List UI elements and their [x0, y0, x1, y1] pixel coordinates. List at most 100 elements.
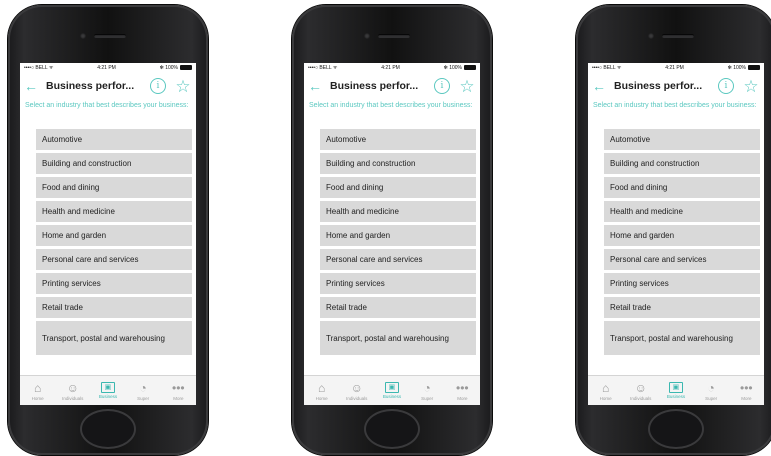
info-icon[interactable]: i	[150, 78, 166, 94]
carrier-label: ••••○ BELL ᯤ	[308, 65, 338, 71]
battery-label: ✻ 100%	[728, 65, 760, 71]
speaker-grille	[662, 34, 694, 38]
industry-item-retail[interactable]: Retail trade	[604, 297, 760, 318]
industry-item-printing[interactable]: Printing services	[604, 273, 760, 294]
info-icon[interactable]: i	[718, 78, 734, 94]
tab-label: Super	[137, 395, 150, 401]
tab-super[interactable]: ◔ Super	[695, 381, 727, 401]
tab-label: More	[173, 395, 184, 401]
industry-item-transport[interactable]: Transport, postal and warehousing	[320, 321, 476, 355]
tab-home[interactable]: ⌂ Home	[590, 381, 622, 401]
industry-item-retail[interactable]: Retail trade	[36, 297, 192, 318]
tab-more[interactable]: ••• More	[730, 381, 762, 401]
status-bar: ••••○ BELL ᯤ 4:21 PM ✻ 100%	[304, 63, 480, 73]
industry-item-food[interactable]: Food and dining	[36, 177, 192, 198]
tab-individuals[interactable]: ☺ Individuals	[341, 381, 373, 401]
industry-item-automotive[interactable]: Automotive	[320, 129, 476, 150]
piggy-bank-icon: ◔	[707, 380, 715, 395]
tab-business[interactable]: ▣ Business	[376, 382, 408, 399]
phone-mockup-3: ••••○ BELL ᯤ 4:21 PM ✻ 100% ← Business p…	[576, 5, 771, 455]
battery-icon	[179, 65, 192, 71]
clock-label: 4:21 PM	[381, 65, 400, 71]
tab-super[interactable]: ◔ Super	[127, 381, 159, 401]
tab-bar: ⌂ Home ☺ Individuals ▣ Business ◔ Super ••• M…	[20, 375, 196, 405]
phone-screen: ••••○ BELL ᯤ 4:21 PM ✻ 100% ← Business p…	[304, 63, 480, 405]
speaker-grille	[94, 34, 126, 38]
briefcase-icon: ▣	[384, 382, 399, 393]
nav-bar: ← Business perfor... i ☆	[588, 73, 764, 99]
industry-item-building[interactable]: Building and construction	[36, 153, 192, 174]
tab-home[interactable]: ⌂ Home	[306, 381, 338, 401]
tab-label: More	[741, 395, 752, 401]
industry-prompt: Select an industry that best describes y…	[593, 102, 757, 109]
info-icon[interactable]: i	[434, 78, 450, 94]
home-button[interactable]	[364, 409, 420, 449]
tab-home[interactable]: ⌂ Home	[22, 381, 54, 401]
tab-label: Home	[599, 395, 612, 401]
industry-item-food[interactable]: Food and dining	[604, 177, 760, 198]
industry-item-health[interactable]: Health and medicine	[36, 201, 192, 222]
tab-label: Home	[31, 395, 44, 401]
industry-item-automotive[interactable]: Automotive	[604, 129, 760, 150]
industry-item-building[interactable]: Building and construction	[604, 153, 760, 174]
home-button[interactable]	[80, 409, 136, 449]
tab-label: Super	[705, 395, 718, 401]
industry-item-health[interactable]: Health and medicine	[320, 201, 476, 222]
page-title: Business perfor...	[614, 80, 703, 92]
industry-item-transport[interactable]: Transport, postal and warehousing	[604, 321, 760, 355]
piggy-bank-icon: ◔	[139, 380, 147, 395]
tab-super[interactable]: ◔ Super	[411, 381, 443, 401]
tab-label: Individuals	[630, 395, 652, 401]
back-arrow-icon[interactable]: ←	[308, 79, 324, 93]
industry-prompt: Select an industry that best describes y…	[25, 102, 189, 109]
piggy-bank-icon: ◔	[423, 380, 431, 395]
tab-more[interactable]: ••• More	[446, 381, 478, 401]
clock-label: 4:21 PM	[665, 65, 684, 71]
more-icon: •••	[740, 380, 753, 395]
phone-mockup-1: ••••○ BELL ᯤ 4:21 PM ✻ 100% ← Business p…	[8, 5, 208, 455]
tab-label: More	[457, 395, 468, 401]
industry-item-printing[interactable]: Printing services	[36, 273, 192, 294]
tab-business[interactable]: ▣ Business	[660, 382, 692, 399]
star-icon[interactable]: ☆	[458, 78, 476, 95]
industry-list: Automotive Building and construction Foo…	[588, 125, 764, 355]
industry-item-health[interactable]: Health and medicine	[604, 201, 760, 222]
star-icon[interactable]: ☆	[742, 78, 760, 95]
speaker-grille	[378, 34, 410, 38]
phone-mockup-2: ••••○ BELL ᯤ 4:21 PM ✻ 100% ← Business p…	[292, 5, 492, 455]
industry-item-personal-care[interactable]: Personal care and services	[36, 249, 192, 270]
industry-item-home-garden[interactable]: Home and garden	[36, 225, 192, 246]
phone-screen: ••••○ BELL ᯤ 4:21 PM ✻ 100% ← Business p…	[588, 63, 764, 405]
nav-bar: ← Business perfor... i ☆	[20, 73, 196, 99]
back-arrow-icon[interactable]: ←	[592, 79, 608, 93]
back-arrow-icon[interactable]: ←	[24, 79, 40, 93]
carrier-label: ••••○ BELL ᯤ	[592, 65, 622, 71]
battery-label: ✻ 100%	[160, 65, 192, 71]
tab-label: Super	[421, 395, 434, 401]
people-icon: ☺	[66, 380, 79, 395]
tab-label: Home	[315, 395, 328, 401]
industry-item-home-garden[interactable]: Home and garden	[320, 225, 476, 246]
tab-individuals[interactable]: ☺ Individuals	[57, 381, 89, 401]
carrier-label: ••••○ BELL ᯤ	[24, 65, 54, 71]
industry-item-transport[interactable]: Transport, postal and warehousing	[36, 321, 192, 355]
tab-individuals[interactable]: ☺ Individuals	[625, 381, 657, 401]
industry-item-personal-care[interactable]: Personal care and services	[604, 249, 760, 270]
status-bar: ••••○ BELL ᯤ 4:21 PM ✻ 100%	[20, 63, 196, 73]
industry-item-automotive[interactable]: Automotive	[36, 129, 192, 150]
battery-label: ✻ 100%	[444, 65, 476, 71]
phone-screen: ••••○ BELL ᯤ 4:21 PM ✻ 100% ← Business p…	[20, 63, 196, 405]
home-button[interactable]	[648, 409, 704, 449]
tab-more[interactable]: ••• More	[162, 381, 194, 401]
industry-item-food[interactable]: Food and dining	[320, 177, 476, 198]
industry-item-building[interactable]: Building and construction	[320, 153, 476, 174]
star-icon[interactable]: ☆	[174, 78, 192, 95]
industry-item-printing[interactable]: Printing services	[320, 273, 476, 294]
industry-item-retail[interactable]: Retail trade	[320, 297, 476, 318]
industry-item-home-garden[interactable]: Home and garden	[604, 225, 760, 246]
tab-business[interactable]: ▣ Business	[92, 382, 124, 399]
camera-icon	[364, 33, 370, 39]
industry-item-personal-care[interactable]: Personal care and services	[320, 249, 476, 270]
industry-list: Automotive Building and construction Foo…	[20, 125, 196, 355]
status-bar: ••••○ BELL ᯤ 4:21 PM ✻ 100%	[588, 63, 764, 73]
